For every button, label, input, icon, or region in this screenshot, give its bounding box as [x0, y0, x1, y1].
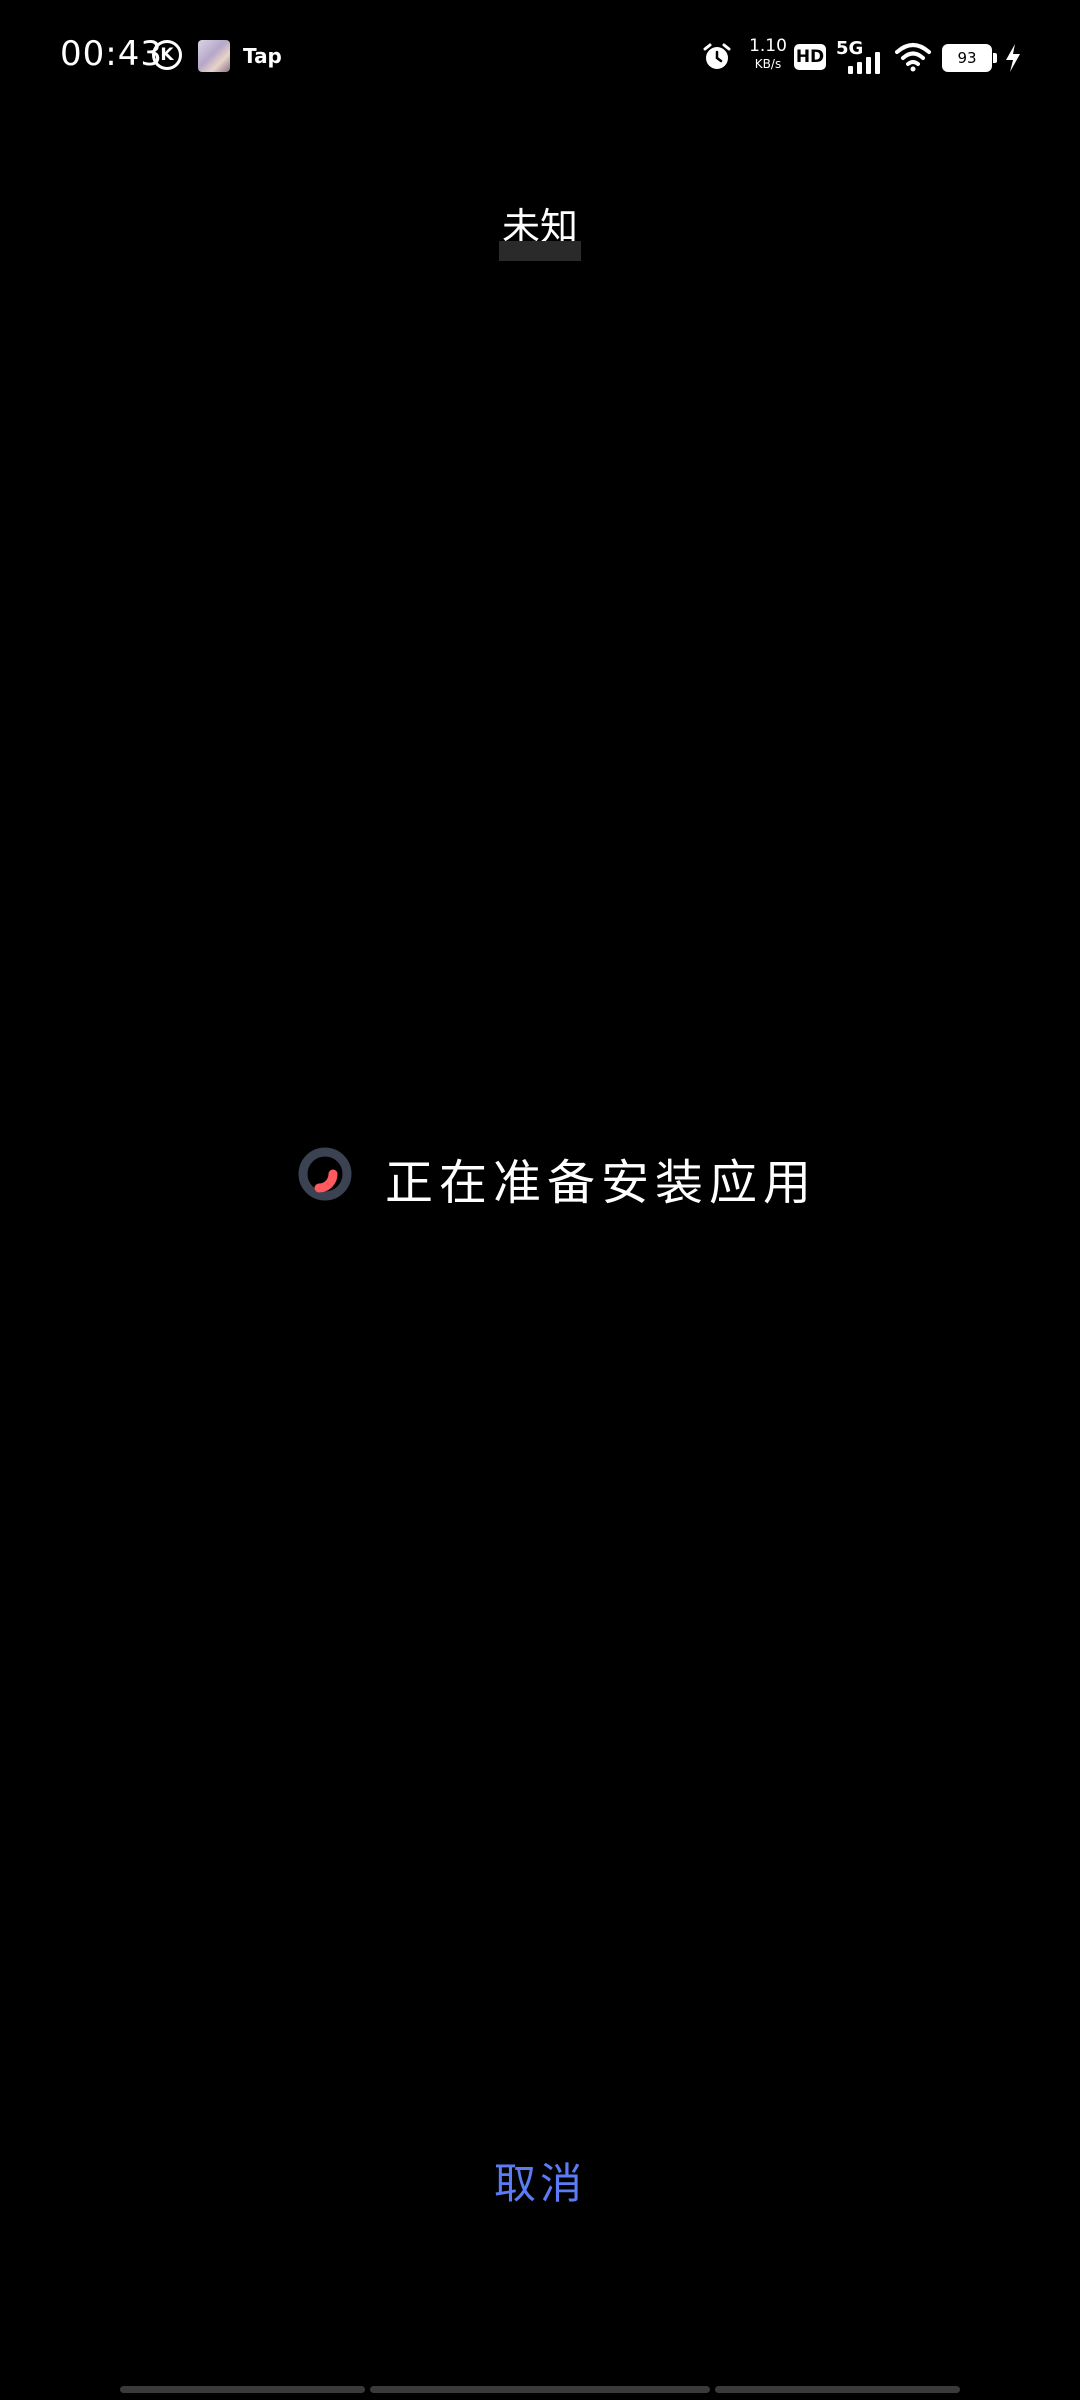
status-time: 00:43: [60, 34, 163, 74]
cancel-button[interactable]: 取消: [440, 2140, 640, 2220]
app-name-highlight: [499, 241, 581, 261]
nav-segment-left[interactable]: [120, 2386, 365, 2393]
nav-segment-center[interactable]: [370, 2386, 710, 2393]
battery-level: 93: [942, 44, 992, 72]
wifi-icon: [895, 43, 931, 72]
network-speed-value: 1.10: [749, 36, 787, 56]
app-thumbnail-icon: [198, 40, 230, 72]
charging-bolt-icon: [1006, 44, 1020, 72]
status-bar: 00:43 K Tap 1.10 KB/s HD 5G 93: [0, 0, 1080, 110]
alarm-icon: [703, 43, 731, 69]
battery-icon: 93: [942, 44, 998, 72]
install-progress: 正在准备安装应用: [0, 1135, 1080, 1211]
progress-message: 正在准备安装应用: [385, 1155, 818, 1211]
signal-icon: [848, 52, 880, 74]
k-icon-letter: K: [160, 45, 174, 65]
network-speed-unit: KB/s: [754, 57, 782, 71]
battery-cap: [993, 53, 997, 63]
k-circle-icon: K: [152, 40, 182, 70]
tap-app-label: Tap: [243, 44, 282, 68]
network-speed: 1.10 KB/s: [748, 36, 788, 71]
gesture-navigation-bar[interactable]: [0, 2386, 1080, 2394]
nav-segment-right[interactable]: [715, 2386, 960, 2393]
loading-spinner-icon: [298, 1147, 352, 1201]
hd-icon: HD: [794, 44, 826, 70]
